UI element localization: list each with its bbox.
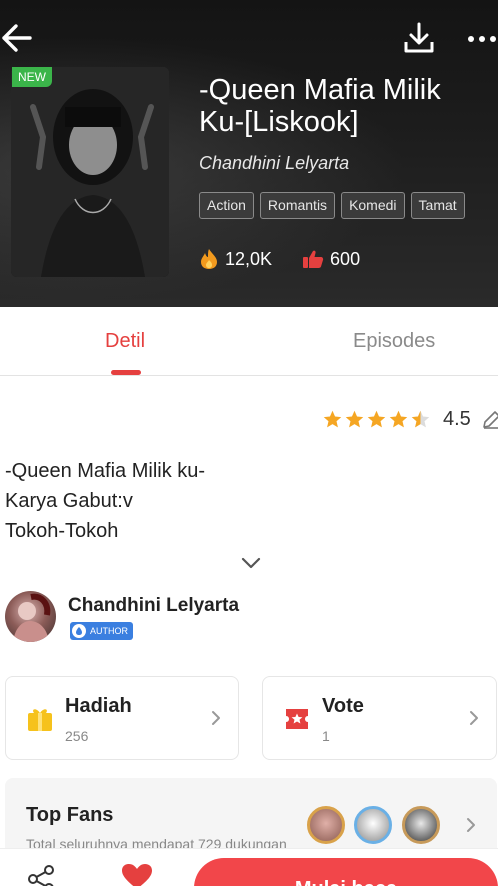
rating-row: 4.5: [322, 408, 498, 431]
synopsis-line: -Queen Mafia Milik ku-: [5, 460, 206, 482]
hadiah-card[interactable]: Hadiah 256: [5, 676, 239, 760]
chevron-down-icon[interactable]: [240, 554, 262, 572]
bottom-action-bar: Mulai baca: [0, 848, 498, 886]
avatar[interactable]: [5, 591, 56, 642]
book-title: -Queen Mafia Milik Ku-[Liskook]: [199, 74, 441, 138]
more-button[interactable]: [466, 24, 498, 54]
tab-detil[interactable]: Detil: [105, 330, 145, 353]
tag-action[interactable]: Action: [199, 192, 254, 219]
synopsis-line: Tokoh-Tokoh: [5, 520, 119, 542]
fan-avatar[interactable]: [307, 806, 345, 844]
chevron-right-icon: [467, 818, 475, 832]
cover-portrait-image: [11, 67, 169, 277]
author-name[interactable]: Chandhini Lelyarta: [68, 595, 239, 617]
star-icon: [345, 410, 364, 428]
author-badge-icon: [72, 624, 86, 638]
synopsis-line: Karya Gabut:v: [5, 490, 133, 512]
hadiah-label: Hadiah: [65, 695, 132, 717]
vote-label: Vote: [322, 695, 364, 717]
likes-count: 600: [330, 248, 361, 269]
back-button[interactable]: [0, 20, 34, 56]
author-badge: AUTHOR: [70, 622, 133, 640]
favorite-button[interactable]: [121, 863, 153, 886]
chevron-right-icon: [212, 711, 220, 725]
tag-tamat[interactable]: Tamat: [410, 192, 465, 219]
views-stat: 12,0K: [199, 248, 272, 270]
hadiah-count: 256: [65, 728, 89, 744]
download-icon: [404, 22, 434, 53]
fan-avatar[interactable]: [354, 806, 392, 844]
rating-stars: [322, 409, 431, 430]
star-icon: [389, 410, 408, 428]
book-header: NEW -Queen Mafia Milik Ku-[Liskook] Chan…: [0, 0, 498, 307]
download-button[interactable]: [402, 20, 436, 56]
book-cover[interactable]: [11, 67, 169, 277]
views-count: 12,0K: [225, 248, 273, 269]
author-avatar-image: [13, 593, 51, 642]
share-button[interactable]: [27, 865, 55, 886]
vote-count: 1: [322, 728, 330, 744]
vote-ticket-icon: [286, 709, 308, 729]
tab-episodes[interactable]: Episodes: [353, 330, 435, 353]
heart-icon: [122, 864, 152, 886]
arrow-left-icon: [2, 24, 32, 52]
genre-tags: Action Romantis Komedi Tamat: [199, 192, 465, 219]
edit-rating-icon[interactable]: [481, 410, 498, 430]
gift-icon: [28, 709, 52, 731]
star-icon: [367, 410, 386, 428]
likes-stat: 600: [302, 249, 360, 270]
star-half-icon: [411, 410, 430, 428]
book-author[interactable]: Chandhini Lelyarta: [199, 153, 349, 174]
fan-avatar[interactable]: [402, 806, 440, 844]
more-dots-icon: [468, 36, 496, 42]
thumbs-up-icon: [303, 250, 324, 268]
book-stats: 12,0K 600: [199, 248, 360, 270]
chevron-right-icon: [470, 711, 478, 725]
top-fans-title: Top Fans: [26, 804, 114, 826]
vote-card[interactable]: Vote 1: [262, 676, 497, 760]
new-badge: NEW: [12, 67, 52, 87]
tag-komedi[interactable]: Komedi: [341, 192, 405, 219]
synopsis: -Queen Mafia Milik ku- Karya Gabut:v Tok…: [5, 456, 205, 546]
tag-romantis[interactable]: Romantis: [259, 192, 336, 219]
rating-value: 4.5: [443, 408, 471, 430]
start-reading-button[interactable]: Mulai baca: [194, 858, 498, 886]
fire-icon: [201, 249, 217, 269]
author-badge-label: AUTHOR: [90, 626, 128, 636]
active-tab-indicator: [111, 370, 141, 375]
star-icon: [323, 410, 342, 428]
share-icon: [28, 865, 54, 886]
detail-tabs: Detil Episodes: [0, 307, 498, 376]
